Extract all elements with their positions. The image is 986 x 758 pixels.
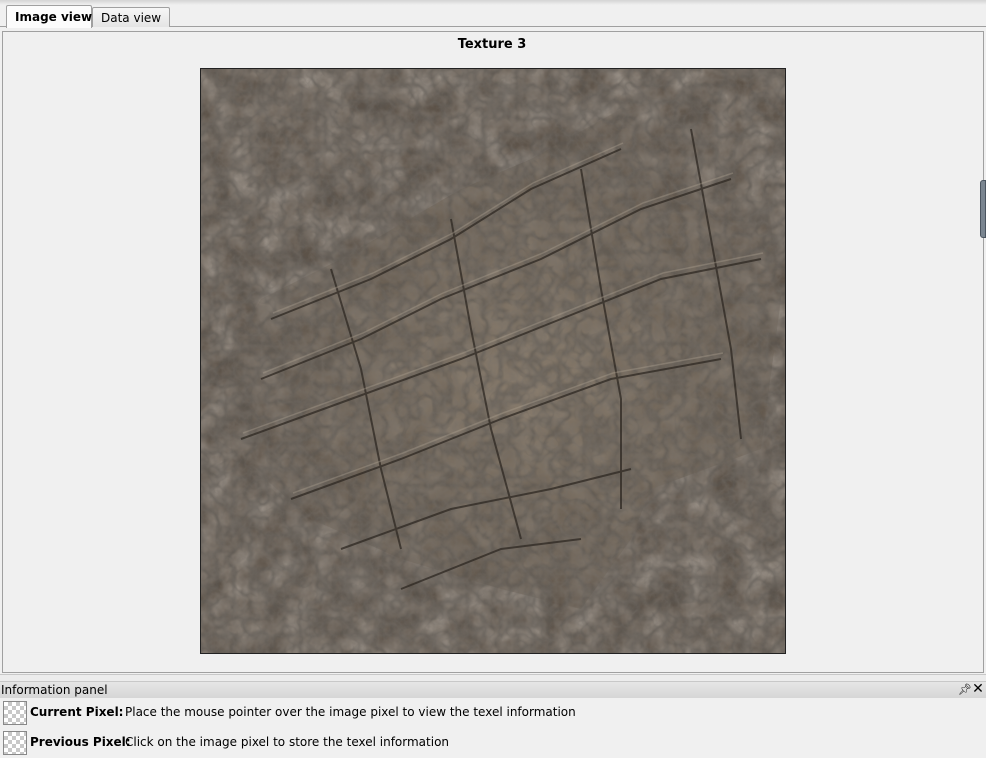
info-panel-title: Information panel [1, 683, 108, 697]
texture-image[interactable] [200, 68, 786, 654]
previous-pixel-info: Click on the image pixel to store the te… [125, 735, 450, 749]
previous-pixel-swatch [3, 731, 27, 755]
current-pixel-swatch [3, 701, 27, 725]
previous-pixel-label: Previous Pixel: [30, 735, 131, 749]
tab-data-view[interactable]: Data view [92, 7, 170, 27]
view-tabbar: Image view Data view [0, 5, 986, 28]
current-pixel-info: Place the mouse pointer over the image p… [125, 705, 576, 719]
side-dock-handle[interactable] [980, 180, 986, 238]
current-pixel-row: Current Pixel: Place the mouse pointer o… [0, 699, 986, 727]
image-view-panel: Texture 3 [2, 31, 984, 673]
tab-image-view[interactable]: Image view [6, 5, 92, 28]
panel-splitter[interactable] [0, 674, 986, 682]
pin-icon[interactable]: 📌︎ [958, 682, 972, 698]
previous-pixel-row: Previous Pixel: Click on the image pixel… [0, 729, 986, 757]
texture-title: Texture 3 [457, 37, 527, 52]
info-panel-body: Current Pixel: Place the mouse pointer o… [0, 698, 986, 758]
current-pixel-label: Current Pixel: [30, 705, 124, 719]
close-icon[interactable]: ✕ [971, 681, 985, 697]
info-panel-header: Information panel 📌︎ ✕ [0, 681, 986, 698]
